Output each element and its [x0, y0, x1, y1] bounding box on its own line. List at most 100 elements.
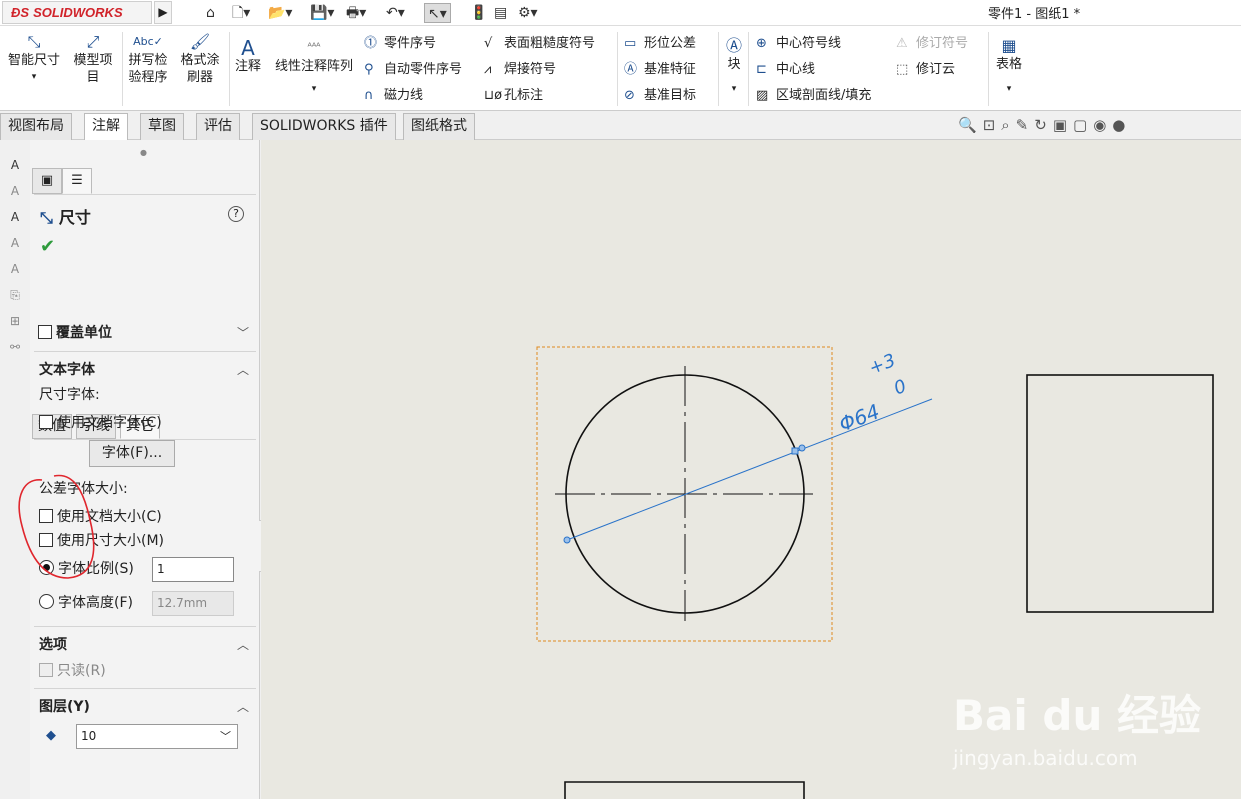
format-painter-label: 格式涂刷器 — [180, 53, 220, 85]
undo-icon[interactable]: ↶▾ — [386, 3, 405, 23]
tab-property-manager[interactable]: ▣ — [32, 168, 62, 194]
ribbon-divider — [229, 32, 230, 106]
copy-tool-icon[interactable]: ⎘ — [6, 288, 24, 306]
use-doc-font-checkbox[interactable] — [39, 415, 53, 429]
hole-callout-button[interactable]: ⊔ø 孔标注 — [484, 87, 543, 105]
layer-header[interactable]: 图层(Y) — [39, 696, 90, 716]
tab-sheet-format[interactable]: 图纸格式 — [403, 113, 475, 140]
font-scale-input[interactable]: 1 — [152, 557, 234, 582]
tab-configuration[interactable]: ☰ — [62, 168, 92, 194]
dimension-text[interactable]: Φ64 — [836, 399, 883, 436]
centerline-button[interactable]: ⊏ 中心线 — [756, 61, 815, 79]
magnetic-line-button[interactable]: ∩ 磁力线 — [364, 87, 423, 105]
divider — [34, 626, 256, 627]
tab-sketch[interactable]: 草图 — [140, 113, 184, 140]
override-units-checkbox[interactable] — [38, 325, 52, 339]
help-icon[interactable]: ? — [228, 206, 244, 222]
home-icon[interactable]: ⌂ — [206, 3, 215, 23]
dimension-text-group[interactable]: Φ64 +3 0 — [821, 350, 914, 437]
auto-balloon-button[interactable]: ⚲ 自动零件序号 — [364, 61, 462, 79]
panel-header: ⤡ 尺寸 — [40, 204, 91, 228]
solidworks-logo[interactable]: ƉS SOLIDWORKS — [2, 1, 152, 24]
datum-target-button[interactable]: ⊘ 基准目标 — [624, 87, 696, 105]
revision-cloud-button[interactable]: ⬚ 修订云 — [896, 61, 955, 79]
center-mark-button[interactable]: ⊕ 中心符号线 — [756, 35, 841, 53]
format-tool-icon[interactable]: A — [6, 210, 24, 228]
override-units-section[interactable]: 覆盖单位 — [38, 322, 112, 342]
pattern-tool-icon[interactable]: ⊞ — [6, 314, 24, 332]
options-gear-icon[interactable]: ⚙▾ — [518, 3, 538, 23]
ok-check-icon[interactable]: ✔ — [40, 236, 55, 257]
spell-checker-button[interactable]: Abc✓ 拼写检验程序 — [124, 32, 172, 86]
text-tool-icon[interactable]: A — [6, 236, 24, 254]
read-only-option[interactable]: 只读(R) — [39, 660, 106, 680]
area-hatch-button[interactable]: ▨ 区域剖面线/填充 — [756, 87, 871, 105]
tab-annotation[interactable]: 注解 — [84, 113, 128, 140]
measure-icon[interactable]: ✎ — [1016, 116, 1035, 134]
read-only-checkbox[interactable] — [39, 663, 53, 677]
top-view-rectangle[interactable] — [564, 781, 805, 799]
print-icon[interactable]: 🖶▾ — [346, 3, 366, 23]
datum-feature-button[interactable]: Ⓐ 基准特征 — [624, 61, 696, 79]
new-document-icon[interactable]: 🗋▾ — [232, 3, 250, 23]
options-header[interactable]: 选项 — [39, 634, 67, 654]
note-button[interactable]: A 注释 — [232, 38, 264, 75]
tab-solidworks-addins[interactable]: SOLIDWORKS 插件 — [252, 113, 396, 140]
revision-cloud-label: 修订云 — [916, 62, 956, 77]
gtol-label: 形位公差 — [644, 36, 697, 51]
link-tool-icon[interactable]: ⚯ — [6, 340, 24, 358]
zoom-area-icon[interactable]: ⊡ — [983, 116, 1002, 134]
weld-symbol-button[interactable]: ⩘ 焊接符号 — [484, 61, 556, 79]
save-icon[interactable]: 💾▾ — [310, 3, 334, 23]
menu-expand-icon[interactable]: ▶ — [154, 1, 172, 24]
zoom-selection-icon[interactable]: ⌕ — [1001, 116, 1015, 134]
divider — [34, 194, 256, 195]
chevron-up-icon[interactable]: ︿ — [237, 636, 249, 653]
upper-tolerance[interactable]: +3 — [866, 350, 898, 379]
smart-dimension-icon: ⤡ — [27, 32, 41, 51]
font-height-input[interactable]: 12.7mm — [152, 591, 234, 616]
hole-callout-icon: ⊔ø — [484, 88, 503, 103]
model-items-button[interactable]: ⤢ 模型项目 — [70, 32, 116, 86]
format-painter-button[interactable]: 🖌 格式涂刷器 — [176, 32, 224, 86]
tables-button[interactable]: ▦ 表格 ▾ — [992, 36, 1026, 98]
dimension-handle[interactable] — [791, 447, 799, 455]
magnetic-line-icon: ∩ — [364, 88, 374, 103]
layer-select[interactable]: 10 ﹀ — [76, 724, 238, 749]
file-properties-icon[interactable]: ▤ — [494, 3, 507, 23]
linear-note-pattern-button[interactable]: ᴬᴬᴬ 线性注释阵列 ▾ — [270, 38, 358, 98]
spell-tool-icon[interactable]: A — [6, 184, 24, 202]
revision-symbol-button[interactable]: ⚠ 修订符号 — [896, 35, 968, 53]
view-settings-icon[interactable]: ▣ — [1053, 116, 1073, 134]
surface-finish-button[interactable]: √ 表面粗糙度符号 — [484, 35, 595, 53]
hide-show-icon[interactable]: ◉ — [1093, 116, 1112, 134]
tab-evaluate[interactable]: 评估 — [196, 113, 240, 140]
font-tool-icon[interactable]: A — [6, 262, 24, 280]
side-view-rectangle[interactable] — [1026, 374, 1214, 613]
chevron-up-icon[interactable]: ︿ — [237, 361, 249, 378]
use-doc-font-option[interactable]: 使用文档字体(C) — [39, 412, 162, 432]
zoom-to-fit-icon[interactable]: 🔍 — [958, 116, 983, 134]
smart-dimension-button[interactable]: ⤡ 智能尺寸 ▾ — [4, 32, 64, 86]
weld-symbol-label: 焊接符号 — [504, 62, 557, 77]
appearance-icon[interactable]: ● — [1112, 116, 1131, 134]
display-style-icon[interactable]: ▢ — [1073, 116, 1093, 134]
select-pointer-icon[interactable]: ↖▾ — [424, 3, 451, 23]
drawing-canvas[interactable]: Φ64 +3 0 Bai du 经验 jingyan.baidu.com — [261, 140, 1241, 799]
dimension-handle[interactable] — [798, 444, 806, 452]
font-button[interactable]: 字体(F)... — [89, 440, 175, 467]
rotate-icon[interactable]: ↻ — [1034, 116, 1053, 134]
chevron-up-icon[interactable]: ︿ — [237, 698, 249, 715]
rebuild-icon[interactable]: 🚦 — [470, 3, 487, 23]
balloon-button[interactable]: ⓵ 零件序号 — [364, 35, 436, 53]
divider — [34, 688, 256, 689]
lower-tolerance[interactable]: 0 — [891, 376, 909, 400]
geometric-tolerance-button[interactable]: ▭ 形位公差 — [624, 35, 696, 53]
chevron-down-icon[interactable]: ﹀ — [237, 324, 249, 341]
tab-view-layout[interactable]: 视图布局 — [0, 113, 72, 140]
blocks-button[interactable]: Ⓐ 块 ▾ — [722, 36, 746, 98]
dimension-handle[interactable] — [563, 536, 571, 544]
open-icon[interactable]: 📂▾ — [268, 3, 292, 23]
text-fonts-header[interactable]: 文本字体 — [39, 359, 95, 379]
note-tool-icon[interactable]: A — [6, 158, 24, 176]
